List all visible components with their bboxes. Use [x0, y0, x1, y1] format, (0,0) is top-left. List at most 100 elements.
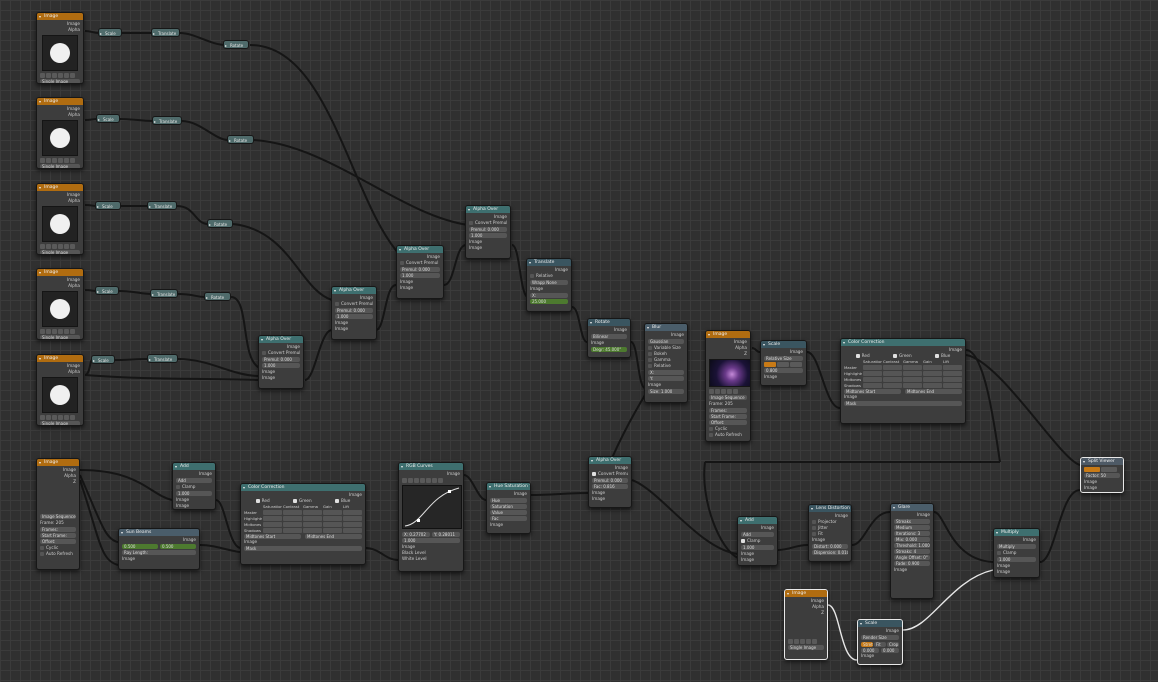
- blur-node[interactable]: Blur Image Gaussian Variable Size Bokeh …: [644, 323, 688, 403]
- curve-graph[interactable]: [402, 485, 462, 529]
- translate-node[interactable]: Translate Image Relative Wrapp None Imag…: [526, 258, 572, 312]
- image-sequence-node[interactable]: Image Image Alpha Z Image Sequence Frame…: [705, 330, 751, 442]
- clamp-checkbox[interactable]: Clamp: [997, 550, 1036, 556]
- rotate-node-collapsed[interactable]: Rotate: [223, 40, 249, 50]
- factor-field[interactable]: Factor: 50: [1084, 473, 1120, 478]
- split-axis-tabs[interactable]: [1084, 467, 1120, 472]
- node-header[interactable]: Split Viewer: [1081, 458, 1123, 465]
- node-header[interactable]: Scale: [858, 620, 902, 627]
- threshold-field[interactable]: Threshold: 1.000: [894, 543, 930, 548]
- dispersion-field[interactable]: Dispersion: 0.010: [812, 550, 848, 555]
- fac-field[interactable]: 1.000: [469, 233, 507, 238]
- node-header[interactable]: Sun Beams: [119, 529, 199, 536]
- convert-premul-checkbox[interactable]: Convert Premul: [400, 260, 440, 266]
- y-field[interactable]: 25.000: [530, 299, 568, 304]
- stretch-tab[interactable]: Stretch: [861, 642, 873, 647]
- saturation-field[interactable]: Saturation: [490, 504, 527, 509]
- relative-checkbox[interactable]: Relative: [648, 363, 684, 369]
- scale-mode-tabs[interactable]: [764, 362, 803, 367]
- source-select[interactable]: Image Sequence: [709, 395, 747, 400]
- node-header[interactable]: Add: [738, 517, 777, 524]
- node-header[interactable]: Multiply: [994, 529, 1039, 536]
- rotate-node[interactable]: Rotate Image Bilinear Image Degr: 45.000…: [587, 318, 631, 358]
- alpha-over-node[interactable]: Alpha Over Image Convert Premul Premul: …: [396, 245, 444, 299]
- ray-length-field[interactable]: Ray Length:: [122, 550, 196, 555]
- hue-field[interactable]: Hue: [490, 498, 527, 503]
- scale-node-collapsed[interactable]: Scale: [96, 114, 120, 124]
- y-field[interactable]: Y:: [648, 376, 684, 381]
- color-correction-node-2[interactable]: Color Correction Image Red Green Blue Sa…: [240, 483, 366, 565]
- midtones-end-field[interactable]: Midtones End: [305, 534, 362, 539]
- node-header[interactable]: Image: [37, 269, 83, 276]
- image-toolbar[interactable]: [40, 415, 80, 420]
- node-header[interactable]: Image: [37, 355, 83, 362]
- auto-refresh-checkbox[interactable]: Auto Refresh: [40, 551, 76, 557]
- premul-field[interactable]: Premul: 0.000: [335, 308, 373, 313]
- x-field[interactable]: X:: [648, 370, 684, 375]
- fac-field[interactable]: 1.000: [997, 557, 1036, 562]
- fac-field[interactable]: 1.000: [400, 273, 440, 278]
- crop-tab[interactable]: Crop: [887, 642, 899, 647]
- node-header[interactable]: Color Correction: [841, 339, 965, 346]
- frames-field[interactable]: Frames:: [40, 527, 76, 532]
- start-frame-field[interactable]: Start Frame:: [709, 414, 747, 419]
- translate-node-collapsed[interactable]: Translate: [150, 289, 178, 299]
- premul-field[interactable]: Premul: 0.000: [400, 267, 440, 272]
- curve-channel-tabs[interactable]: [402, 478, 460, 483]
- add-node[interactable]: Add Image Add Clamp 1.000 Image Image: [172, 462, 216, 510]
- convert-premul-checkbox[interactable]: Convert Premul: [469, 220, 507, 226]
- start-frame-field[interactable]: Start Frame:: [40, 533, 76, 538]
- fac-field[interactable]: Fac: 0.816: [592, 484, 628, 489]
- fac-field[interactable]: Fac: [490, 516, 527, 521]
- node-header[interactable]: Image: [37, 13, 83, 20]
- multiply-node[interactable]: Multiply Image Multiply Clamp 1.000 Imag…: [993, 528, 1040, 578]
- node-header[interactable]: Image: [785, 590, 827, 597]
- space-select[interactable]: Render Size: [861, 635, 899, 640]
- mix-field[interactable]: Mix: 0.000: [894, 537, 930, 542]
- y-offset-field[interactable]: 0.000: [881, 648, 899, 653]
- fac-field[interactable]: 1.000: [176, 491, 212, 496]
- glare-type-select[interactable]: Streaks: [894, 519, 930, 524]
- fit-tab[interactable]: Fit: [874, 642, 886, 647]
- offset-field[interactable]: Offset:: [709, 420, 747, 425]
- node-header[interactable]: Hue Saturation Value: [487, 483, 530, 490]
- node-header[interactable]: Image: [37, 184, 83, 191]
- node-header[interactable]: Scale: [761, 341, 806, 348]
- clamp-checkbox[interactable]: Clamp: [176, 484, 212, 490]
- hue-saturation-value-node[interactable]: Hue Saturation Value Image Hue Saturatio…: [486, 482, 531, 534]
- image-source-select[interactable]: Single Image: [788, 645, 824, 650]
- translate-node-collapsed[interactable]: Translate: [147, 201, 177, 211]
- image-source-select[interactable]: Single Image: [40, 79, 80, 83]
- relative-checkbox[interactable]: Relative: [530, 273, 568, 279]
- rotate-node-collapsed[interactable]: Rotate: [227, 135, 254, 145]
- image-toolbar[interactable]: [788, 639, 824, 644]
- convert-premul-checkbox[interactable]: Convert Premul: [592, 471, 628, 477]
- source-y-field[interactable]: 0.500: [160, 544, 196, 549]
- translate-node-collapsed[interactable]: Translate: [152, 116, 182, 126]
- fade-field[interactable]: Fade: 0.900: [894, 561, 930, 566]
- image-source-select[interactable]: Single Image: [40, 250, 80, 254]
- y-field[interactable]: Y: 0.28011: [432, 532, 460, 537]
- image-node-2[interactable]: Image Image Alpha Single Image: [36, 97, 84, 169]
- image-node-4[interactable]: Image Image Alpha Single Image: [36, 268, 84, 340]
- image-node-1[interactable]: Image Image Alpha Single Image: [36, 12, 84, 84]
- rotate-node-collapsed[interactable]: Rotate: [207, 219, 233, 229]
- scale-node-collapsed[interactable]: Scale: [95, 286, 119, 296]
- blur-type-select[interactable]: Gaussian: [648, 339, 684, 344]
- x-field[interactable]: X: 0.27702: [402, 532, 430, 537]
- alpha-over-node[interactable]: Alpha Over Image Convert Premul Premul: …: [331, 286, 377, 340]
- distort-field[interactable]: Distort: 0.000: [812, 544, 848, 549]
- sun-beams-node[interactable]: Sun Beams Image 0.500 0.500 Ray Length: …: [118, 528, 200, 570]
- node-header[interactable]: Add: [173, 463, 215, 470]
- node-header[interactable]: Glare: [891, 504, 933, 511]
- image-node-5[interactable]: Image Image Alpha Single Image: [36, 354, 84, 426]
- node-header[interactable]: Alpha Over: [397, 246, 443, 253]
- node-header[interactable]: Alpha Over: [466, 206, 510, 213]
- node-header[interactable]: RGB Curves: [399, 463, 463, 470]
- premul-field[interactable]: Premul: 0.000: [592, 478, 628, 483]
- angle-offset-field[interactable]: Angle Offset: 0°: [894, 555, 930, 560]
- space-select[interactable]: Relative Size: [764, 356, 803, 361]
- blend-mode-select[interactable]: Add: [741, 532, 774, 537]
- fac-field[interactable]: 1.000: [402, 538, 460, 543]
- correction-grid[interactable]: Saturation Contrast Gamma Gain Lift Master H…: [244, 504, 362, 533]
